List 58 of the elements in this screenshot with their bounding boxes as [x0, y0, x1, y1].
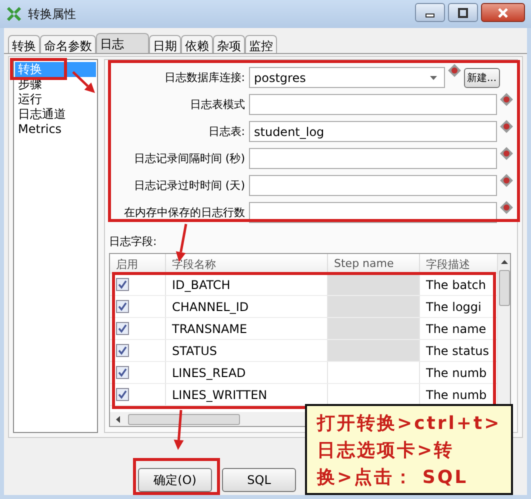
- variable-icon: [500, 201, 513, 214]
- variable-icon: [500, 147, 513, 160]
- scroll-thumb[interactable]: [128, 414, 240, 424]
- tab[interactable]: 杂项: [213, 35, 245, 53]
- field-label: 日志记录过时时间 (天): [132, 178, 246, 193]
- checkbox[interactable]: [116, 366, 129, 379]
- tab[interactable]: 依赖: [181, 35, 213, 53]
- variable-icon: [500, 120, 513, 133]
- callout-text: 换>点击： SQL: [317, 466, 470, 490]
- left-arrow-icon: [116, 416, 120, 422]
- field-label: 日志记录间隔时间 (秒): [132, 151, 246, 166]
- checkbox[interactable]: [116, 300, 129, 313]
- sidebar-item[interactable]: Metrics: [15, 122, 96, 137]
- dialog-button[interactable]: SQL: [222, 468, 296, 492]
- app-icon: [6, 6, 22, 22]
- checkbox[interactable]: [116, 388, 129, 401]
- input-field[interactable]: student_log: [249, 121, 497, 142]
- maximize-icon: [458, 8, 468, 18]
- field-label: 日志表:: [207, 124, 246, 139]
- input-field[interactable]: [249, 175, 497, 196]
- callout-text: 日志选项卡>转: [317, 439, 456, 463]
- field-label: 日志数据库连接:: [163, 70, 246, 85]
- checkbox[interactable]: [116, 278, 129, 291]
- maximize-button[interactable]: [448, 3, 478, 22]
- section-label: 日志字段:: [109, 234, 158, 249]
- tab[interactable]: 转换: [8, 35, 40, 53]
- scroll-thumb[interactable]: [498, 270, 510, 306]
- checkbox[interactable]: [116, 344, 129, 357]
- close-icon: [497, 8, 509, 18]
- table-cell: LINES_READ: [166, 362, 328, 384]
- field-label: 在内存中保存的日志行数: [123, 205, 246, 220]
- dropdown-arrow-icon: [429, 74, 438, 80]
- variable-icon: [500, 174, 513, 187]
- sidebar-item[interactable]: 日志通道: [15, 107, 96, 122]
- window-title: 转换属性: [28, 6, 77, 22]
- column-header: 启用: [110, 254, 166, 274]
- checkbox[interactable]: [116, 322, 129, 335]
- field-label: 日志表模式: [189, 97, 246, 112]
- variable-icon: [448, 64, 461, 77]
- dropdown[interactable]: postgres: [249, 67, 445, 88]
- column-header: Step name: [328, 254, 420, 274]
- tab[interactable]: 命名参数: [40, 35, 96, 53]
- input-field[interactable]: [249, 148, 497, 169]
- new-button[interactable]: 新建...: [464, 68, 500, 88]
- up-arrow-icon: [500, 260, 508, 264]
- close-button[interactable]: [481, 3, 525, 22]
- input-field[interactable]: [249, 94, 497, 115]
- arrow: [174, 410, 184, 450]
- minimize-button[interactable]: [415, 3, 445, 22]
- callout-text: 打开转换>ctrl+t>: [317, 412, 501, 436]
- tab[interactable]: 监控: [245, 35, 277, 53]
- variable-icon: [500, 93, 513, 106]
- dialog-button[interactable]: 确定(O): [138, 468, 212, 492]
- sidebar-item[interactable]: 运行: [15, 92, 96, 107]
- tab[interactable]: 日期: [149, 35, 181, 53]
- arrow: [72, 71, 95, 93]
- tab[interactable]: 日志: [96, 33, 149, 53]
- highlight-box: [10, 58, 67, 80]
